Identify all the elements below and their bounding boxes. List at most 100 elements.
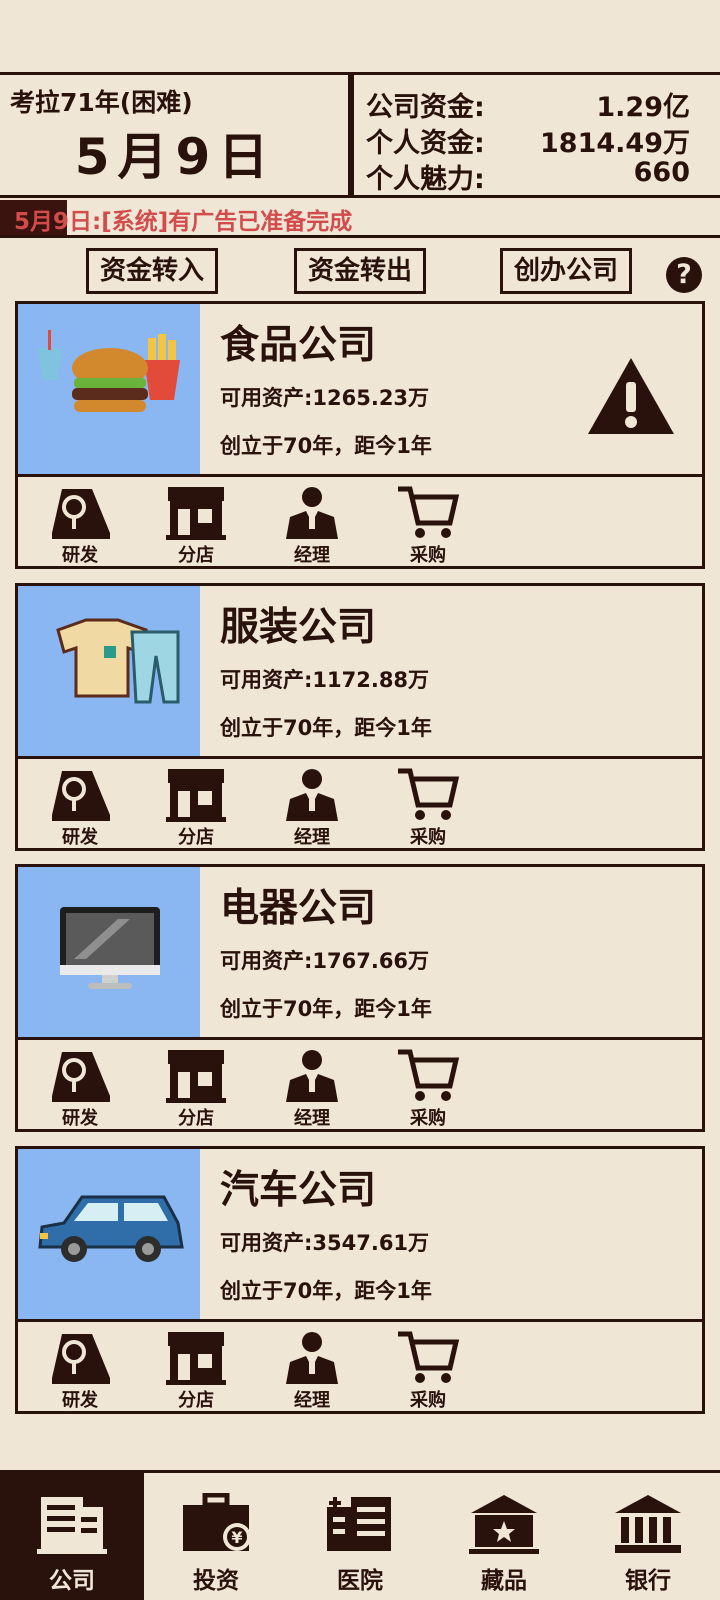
personal-funds-row: 个人资金: 1814.49万: [366, 121, 690, 159]
tab-collection[interactable]: 藏品: [432, 1473, 576, 1600]
found-company-button[interactable]: 创办公司: [500, 248, 632, 294]
help-icon[interactable]: ?: [666, 257, 702, 293]
company-action-label: 采购: [410, 1108, 446, 1129]
company-action-2[interactable]: 经理: [274, 1328, 350, 1412]
tab-company[interactable]: 公司: [0, 1473, 144, 1600]
company-action-label: 研发: [62, 1390, 98, 1411]
company-card[interactable]: 电器公司 可用资产:1767.66万 创立于70年，距今1年 研发 分店 经理 …: [15, 864, 705, 1132]
burger-icon: [38, 330, 180, 412]
company-action-1[interactable]: 分店: [158, 1328, 234, 1412]
company-action-label: 研发: [62, 545, 98, 566]
warning-icon[interactable]: [584, 354, 678, 438]
company-actions: 研发 分店 经理 采购: [18, 1040, 702, 1132]
tab-invest-label: 投资: [193, 1568, 239, 1594]
manager-icon: [286, 769, 338, 821]
cart-icon: [398, 768, 460, 820]
transfer-out-button[interactable]: 资金转出: [294, 248, 426, 294]
company-action-label: 研发: [62, 827, 98, 848]
company-name: 食品公司: [220, 323, 377, 368]
company-name: 服装公司: [220, 605, 377, 650]
date-panel: 考拉71年(困难) 5月9日: [0, 72, 351, 198]
personal-funds-label: 个人资金:: [366, 128, 485, 159]
branch-store-icon: [166, 487, 226, 540]
briefcase-icon: ¥: [183, 1493, 251, 1551]
car-icon: [38, 1195, 184, 1262]
research-icon: [52, 1334, 110, 1384]
company-action-0[interactable]: 研发: [42, 1046, 118, 1130]
bottom-tab-bar: 公司 ¥ 投资 医院 藏品 银行: [0, 1470, 720, 1600]
clothes-icon: [56, 618, 180, 704]
company-info[interactable]: 汽车公司 可用资产:3547.61万 创立于70年，距今1年: [18, 1149, 702, 1322]
company-action-label: 分店: [178, 827, 214, 848]
company-action-3[interactable]: 采购: [390, 483, 466, 567]
personal-funds-value: 1814.49万: [540, 128, 690, 159]
company-info[interactable]: 食品公司 可用资产:1265.23万 创立于70年，距今1年: [18, 304, 702, 477]
company-card[interactable]: 食品公司 可用资产:1265.23万 创立于70年，距今1年 研发 分店 经理: [15, 301, 705, 569]
company-founded: 创立于70年，距今1年: [220, 716, 432, 740]
tab-bank[interactable]: 银行: [576, 1473, 720, 1600]
company-info[interactable]: 电器公司 可用资产:1767.66万 创立于70年，距今1年: [18, 867, 702, 1040]
company-action-2[interactable]: 经理: [274, 765, 350, 849]
company-assets: 可用资产:1265.23万: [220, 386, 430, 410]
company-actions: 研发 分店 经理 采购: [18, 759, 702, 851]
manager-icon: [286, 1050, 338, 1102]
research-icon: [52, 489, 110, 539]
company-action-3[interactable]: 采购: [390, 765, 466, 849]
cart-icon: [398, 486, 460, 538]
transfer-in-button[interactable]: 资金转入: [86, 248, 218, 294]
company-thumbnail: [18, 1149, 200, 1319]
company-action-label: 采购: [410, 1390, 446, 1411]
company-action-label: 经理: [294, 827, 330, 848]
company-founded: 创立于70年，距今1年: [220, 997, 432, 1021]
tab-bank-label: 银行: [625, 1568, 671, 1594]
company-action-1[interactable]: 分店: [158, 765, 234, 849]
era-label: 考拉71年(困难): [10, 88, 193, 117]
company-name: 电器公司: [220, 886, 377, 931]
research-icon: [52, 771, 110, 821]
company-action-label: 分店: [178, 545, 214, 566]
stats-panel: 公司资金: 1.29亿 个人资金: 1814.49万 个人魅力: 660: [351, 72, 720, 198]
company-action-1[interactable]: 分店: [158, 483, 234, 567]
branch-store-icon: [166, 1050, 226, 1103]
charm-label: 个人魅力:: [366, 164, 485, 195]
company-action-label: 采购: [410, 545, 446, 566]
tab-invest[interactable]: ¥ 投资: [144, 1473, 288, 1600]
company-assets: 可用资产:1767.66万: [220, 949, 430, 973]
company-funds-value: 1.29亿: [596, 92, 690, 123]
svg-text:¥: ¥: [231, 1528, 242, 1547]
company-founded: 创立于70年，距今1年: [220, 1279, 432, 1303]
company-action-label: 经理: [294, 1108, 330, 1129]
tab-collection-label: 藏品: [481, 1568, 527, 1594]
tab-company-label: 公司: [49, 1568, 95, 1594]
museum-icon: [469, 1495, 539, 1554]
manager-icon: [286, 487, 338, 539]
company-funds-label: 公司资金:: [366, 92, 485, 123]
company-card[interactable]: 服装公司 可用资产:1172.88万 创立于70年，距今1年 研发 分店 经理 …: [15, 583, 705, 851]
company-action-1[interactable]: 分店: [158, 1046, 234, 1130]
company-info[interactable]: 服装公司 可用资产:1172.88万 创立于70年，距今1年: [18, 586, 702, 759]
company-action-0[interactable]: 研发: [42, 483, 118, 567]
tab-hospital[interactable]: 医院: [288, 1473, 432, 1600]
company-name: 汽车公司: [220, 1168, 377, 1213]
company-card[interactable]: 汽车公司 可用资产:3547.61万 创立于70年，距今1年 研发 分店 经理 …: [15, 1146, 705, 1414]
monitor-icon: [60, 907, 160, 989]
company-thumbnail: [18, 304, 200, 474]
hospital-icon: [327, 1497, 391, 1551]
research-icon: [52, 1052, 110, 1102]
branch-store-icon: [166, 769, 226, 822]
company-action-0[interactable]: 研发: [42, 765, 118, 849]
company-action-3[interactable]: 采购: [390, 1328, 466, 1412]
current-date: 5月9日: [74, 128, 277, 186]
company-action-2[interactable]: 经理: [274, 483, 350, 567]
tab-hospital-label: 医院: [337, 1568, 383, 1594]
company-action-2[interactable]: 经理: [274, 1046, 350, 1130]
company-action-label: 研发: [62, 1108, 98, 1129]
company-action-label: 经理: [294, 545, 330, 566]
manager-icon: [286, 1332, 338, 1384]
cart-icon: [398, 1331, 460, 1383]
news-ticker: 5月9日:[系统]有广告已准备完成: [0, 200, 720, 238]
company-thumbnail: [18, 586, 200, 756]
company-action-0[interactable]: 研发: [42, 1328, 118, 1412]
company-action-3[interactable]: 采购: [390, 1046, 466, 1130]
company-action-label: 分店: [178, 1390, 214, 1411]
